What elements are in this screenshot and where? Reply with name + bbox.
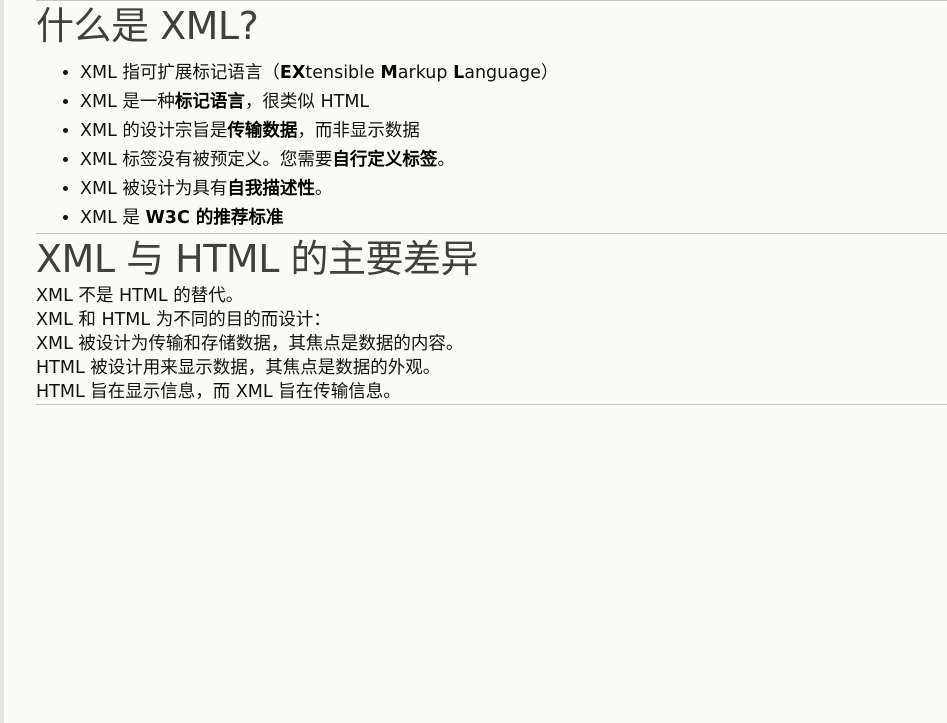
bold-text: 自行定义标签 bbox=[332, 150, 438, 170]
list-item: XML 是一种标记语言，很类似 HTML bbox=[80, 88, 947, 117]
text-segment: XML 是一种 bbox=[80, 92, 175, 112]
xml-feature-list: XML 指可扩展标记语言（EXtensible Markup Language）… bbox=[36, 59, 947, 233]
paragraph: XML 被设计为传输和存储数据，其焦点是数据的内容。 bbox=[36, 334, 464, 354]
paragraph: HTML 旨在显示信息，而 XML 旨在传输信息。 bbox=[36, 382, 401, 402]
text-segment: XML 的设计宗旨是 bbox=[80, 121, 228, 141]
text-segment: XML 指可扩展标记语言（ bbox=[80, 63, 280, 83]
text-segment: XML 标签没有被预定义。您需要 bbox=[80, 150, 333, 170]
article-content: 什么是 XML? XML 指可扩展标记语言（EXtensible Markup … bbox=[36, 0, 947, 405]
text-segment: arkup bbox=[397, 63, 454, 83]
bold-text: 自我描述性 bbox=[227, 179, 315, 199]
text-segment: 。 bbox=[437, 150, 455, 170]
divider-bottom bbox=[36, 404, 947, 405]
list-item: XML 是 W3C 的推荐标准 bbox=[80, 204, 947, 233]
list-item: XML 标签没有被预定义。您需要自行定义标签。 bbox=[80, 146, 947, 175]
bold-text: EX bbox=[279, 63, 306, 83]
bold-text: W3C 的推荐标准 bbox=[145, 208, 284, 228]
text-segment: ，很类似 HTML bbox=[244, 92, 370, 112]
text-segment: 。 bbox=[314, 179, 333, 199]
paragraph: XML 和 HTML 为不同的目的而设计： bbox=[36, 310, 331, 330]
paragraph: HTML 被设计用来显示数据，其焦点是数据的外观。 bbox=[36, 358, 441, 378]
list-item: XML 的设计宗旨是传输数据，而非显示数据 bbox=[80, 117, 947, 146]
text-segment: tensible bbox=[305, 63, 381, 83]
list-item: XML 被设计为具有自我描述性。 bbox=[80, 175, 947, 204]
paragraph: XML 不是 HTML 的替代。 bbox=[36, 286, 244, 306]
bold-text: 标记语言 bbox=[174, 92, 245, 112]
section-title-xml-vs-html: XML 与 HTML 的主要差异 bbox=[36, 237, 478, 281]
text-segment: ，而非显示数据 bbox=[297, 121, 420, 141]
bold-text: M bbox=[380, 63, 398, 83]
list-item: XML 指可扩展标记语言（EXtensible Markup Language） bbox=[80, 59, 947, 88]
section-title-what-is-xml: 什么是 XML? bbox=[36, 4, 259, 48]
bold-text: L bbox=[453, 63, 465, 83]
bold-text: 传输数据 bbox=[227, 121, 298, 141]
text-segment: anguage） bbox=[464, 63, 559, 83]
text-segment: XML 被设计为具有 bbox=[80, 179, 228, 199]
text-segment: XML 是 bbox=[80, 208, 146, 228]
left-edge-strip bbox=[0, 0, 4, 723]
